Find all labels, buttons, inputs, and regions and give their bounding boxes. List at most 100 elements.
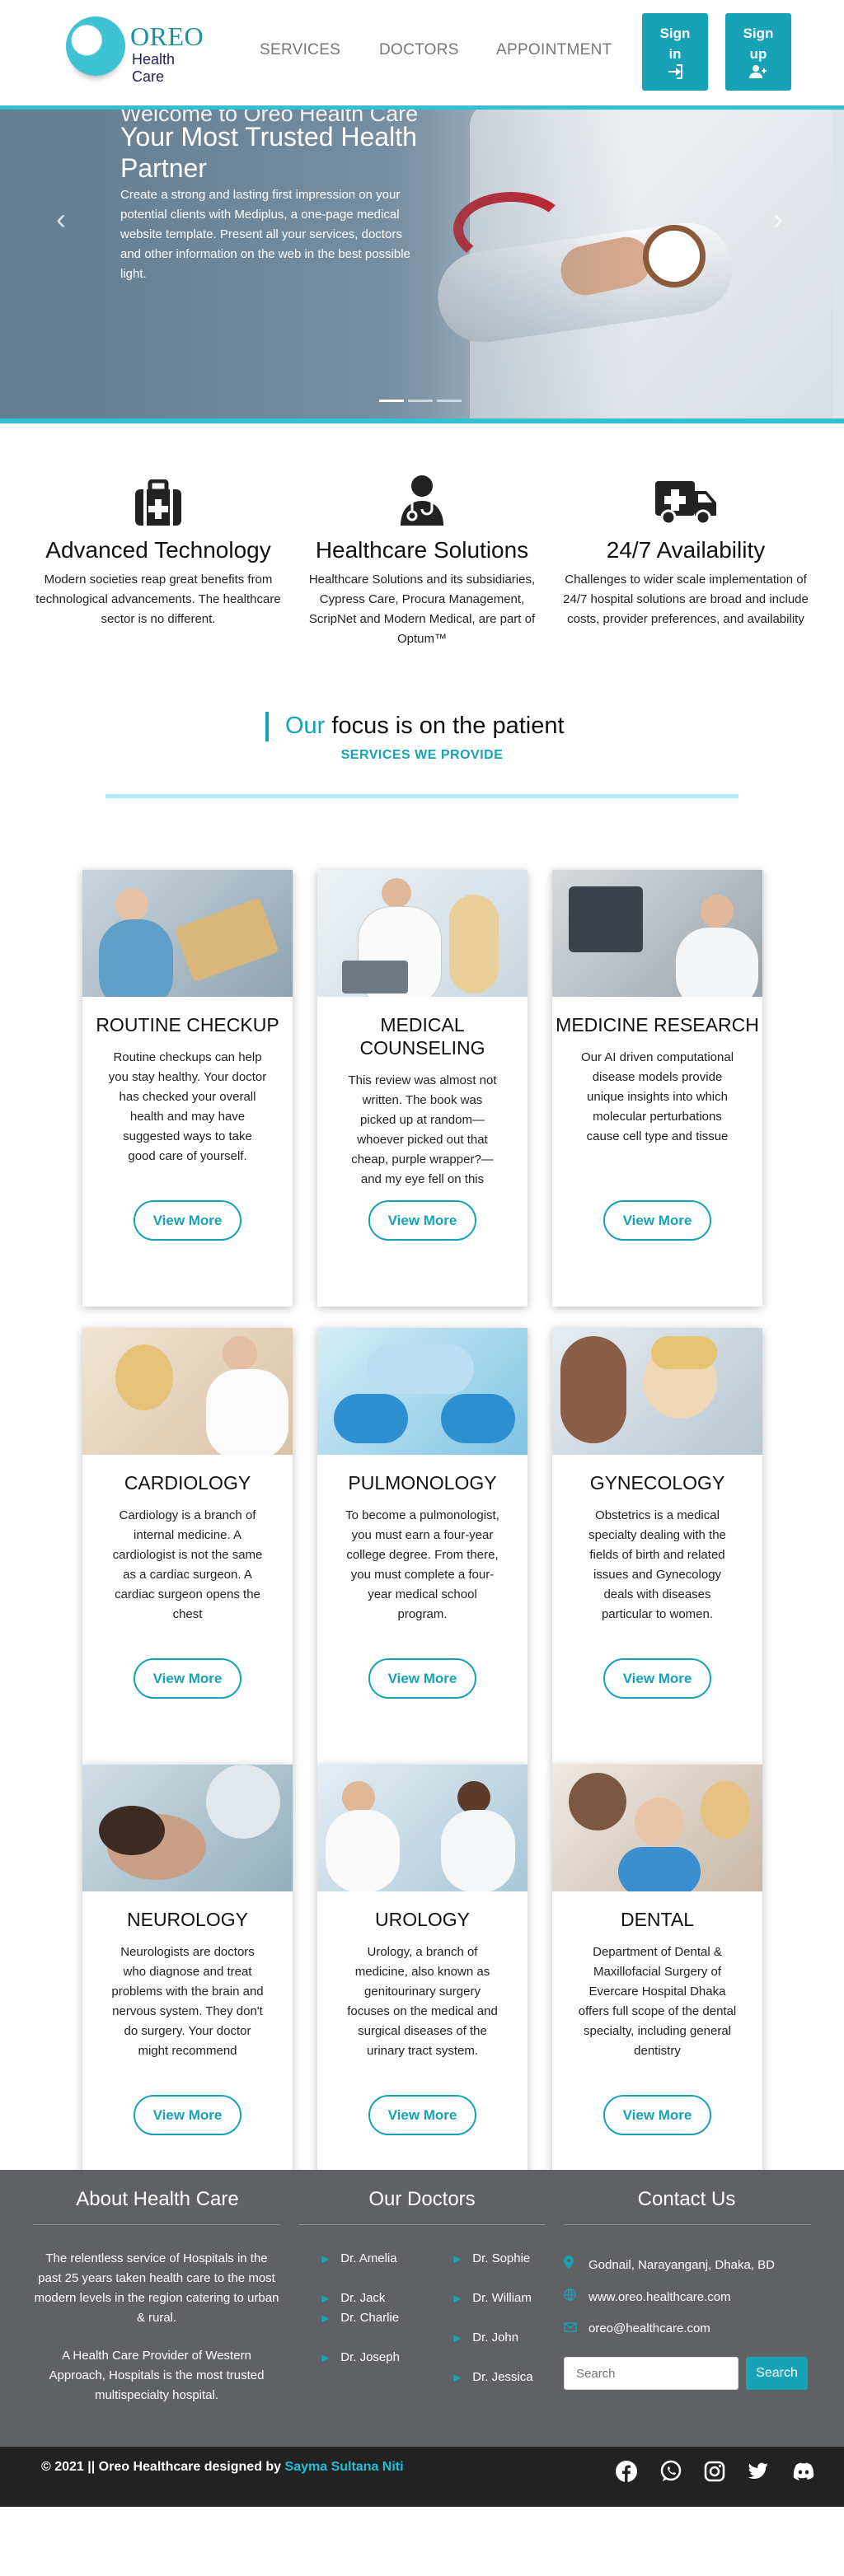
discord-icon[interactable] — [791, 2460, 814, 2483]
service-title: DENTAL — [620, 1909, 695, 1930]
feature-availability: 24/7 Availability Challenges to wider sc… — [562, 473, 809, 629]
view-more-button[interactable]: View More — [368, 2095, 476, 2135]
sign-in-icon — [642, 64, 708, 85]
footer-doctor-link[interactable]: ▶ Dr. Sophie — [453, 2249, 530, 2269]
section-title: Our focus is on the patient — [265, 712, 565, 741]
service-title: UROLOGY — [374, 1909, 471, 1930]
view-more-button[interactable]: View More — [368, 1658, 476, 1699]
service-title: ROUTINE CHECKUP — [96, 1014, 279, 1036]
footer-contact-title: Contact Us — [637, 2188, 736, 2210]
view-more-button[interactable]: View More — [603, 1658, 711, 1699]
service-text: Neurologists are doctors who diagnose an… — [111, 1945, 264, 2058]
feature-title: Advanced Technology — [45, 537, 271, 563]
footer-about-text: The relentless service of Hospitals in t… — [34, 2251, 279, 2325]
logo[interactable]: OREO Health Care — [66, 15, 206, 89]
logo-subtitle: Health Care — [132, 51, 176, 85]
view-more-button[interactable]: View More — [134, 1658, 241, 1699]
services-section: Our focus is on the patient SERVICES WE … — [0, 662, 844, 2201]
service-card-routine-checkup: ROUTINE CHECKUP Routine checkups can hel… — [82, 870, 293, 1307]
carousel-indicator[interactable] — [437, 400, 462, 402]
feature-text: Healthcare Solutions and its subsidiarie… — [308, 573, 536, 646]
footer-website[interactable]: www.oreo.healthcare.com — [564, 2288, 731, 2304]
hero-description: Create a strong and lasting first impres… — [120, 188, 410, 281]
service-image — [82, 870, 293, 997]
hero-title: Your Most Trusted Health Partner — [120, 122, 417, 183]
footer-search-input[interactable] — [564, 2357, 738, 2390]
medical-kit-icon — [35, 473, 282, 527]
service-card-neurology: NEUROLOGY Neurologists are doctors who d… — [82, 1765, 293, 2201]
view-more-button[interactable]: View More — [134, 2095, 241, 2135]
footer-doctor-link[interactable]: ▶ Dr. Amelia — [321, 2249, 397, 2269]
feature-text: Challenges to wider scale implementation… — [563, 573, 809, 626]
signin-label: Sign in — [659, 26, 691, 62]
footer-about-text-2: A Health Care Provider of Western Approa… — [49, 2349, 265, 2402]
service-text: To become a pulmonologist, you must earn… — [345, 1508, 499, 1621]
carousel-indicator[interactable] — [408, 400, 433, 402]
service-card-gynecology: GYNECOLOGY Obstetrics is a medical speci… — [552, 1328, 762, 1765]
view-more-button[interactable]: View More — [603, 2095, 711, 2135]
service-card-pulmonology: PULMONOLOGY To become a pulmonologist, y… — [317, 1328, 528, 1765]
instagram-icon[interactable] — [703, 2460, 726, 2483]
globe-icon — [564, 2288, 588, 2304]
caret-right-icon: ▶ — [453, 2372, 462, 2383]
feature-text: Modern societies reap great benefits fro… — [35, 573, 281, 626]
author-link[interactable]: Sayma Sultana Niti — [285, 2460, 404, 2474]
nav-link-doctors[interactable]: DOCTORS — [379, 41, 459, 59]
service-title: PULMONOLOGY — [348, 1472, 497, 1494]
footer-divider — [33, 2224, 280, 2225]
service-image — [317, 870, 528, 997]
nav-link-appointment[interactable]: APPOINTMENT — [496, 41, 612, 59]
service-image — [317, 1765, 528, 1891]
service-title: GYNECOLOGY — [589, 1472, 725, 1494]
view-more-button[interactable]: View More — [368, 1200, 476, 1241]
feature-title: 24/7 Availability — [606, 537, 766, 563]
footer-doctor-link[interactable]: ▶ Dr. Jessica — [453, 2368, 533, 2387]
service-title: MEDICINE RESEARCH — [556, 1014, 759, 1036]
service-card-medical-counseling: MEDICAL COUNSELING This review was almos… — [317, 870, 528, 1307]
service-card-dental: DENTAL Department of Dental & Maxillofac… — [552, 1765, 762, 2201]
logo-name: OREO — [130, 21, 204, 51]
envelope-icon — [564, 2321, 588, 2335]
footer-doctor-link[interactable]: ▶ Dr. John — [453, 2328, 518, 2348]
facebook-icon[interactable] — [615, 2460, 638, 2483]
caret-right-icon: ▶ — [321, 2293, 330, 2304]
features-section: Advanced Technology Modern societies rea… — [0, 423, 844, 662]
footer-search-button[interactable]: Search — [746, 2357, 808, 2390]
view-more-button[interactable]: View More — [603, 1200, 711, 1241]
service-image — [82, 1328, 293, 1455]
footer-email[interactable]: oreo@healthcare.com — [564, 2321, 710, 2335]
footer-doctor-link[interactable]: ▶ Dr. Joseph — [321, 2348, 400, 2368]
service-text: This review was almost not written. The … — [348, 1073, 497, 1186]
twitter-icon[interactable] — [747, 2460, 770, 2483]
service-text: Cardiology is a branch of internal medic… — [112, 1508, 263, 1621]
signup-button[interactable]: Sign up — [725, 13, 791, 91]
feature-healthcare-solutions: Healthcare Solutions Healthcare Solution… — [298, 473, 546, 649]
footer-doctor-link[interactable]: ▶ Dr. Jack — [321, 2288, 385, 2308]
whatsapp-icon[interactable] — [659, 2460, 682, 2483]
footer-divider — [298, 2224, 546, 2225]
carousel-prev-icon[interactable]: ‹ — [56, 202, 66, 236]
caret-right-icon: ▶ — [453, 2293, 462, 2304]
nav-link-services[interactable]: SERVICES — [260, 41, 340, 59]
bottom-bar: © 2021 || Oreo Healthcare designed by Sa… — [0, 2447, 844, 2507]
footer-doctor-link[interactable]: ▶ Dr. Charlie — [321, 2308, 399, 2328]
footer-doctor-link[interactable]: ▶ Dr. William — [453, 2288, 532, 2308]
carousel-indicator[interactable] — [379, 400, 404, 402]
caret-right-icon: ▶ — [321, 2312, 330, 2324]
carousel-next-icon[interactable]: › — [773, 202, 783, 236]
ambulance-icon — [562, 473, 809, 527]
footer-divider — [564, 2224, 811, 2225]
logo-mark — [66, 16, 125, 76]
service-image — [552, 1328, 762, 1455]
footer-address: Godnail, Narayanganj, Dhaka, BD — [564, 2256, 775, 2272]
footer: About Health Care The relentless service… — [0, 2170, 844, 2447]
service-card-cardiology: CARDIOLOGY Cardiology is a branch of int… — [82, 1328, 293, 1765]
user-plus-icon — [725, 64, 791, 85]
signin-button[interactable]: Sign in — [642, 13, 708, 91]
service-text: Urology, a branch of medicine, also know… — [347, 1945, 498, 2058]
view-more-button[interactable]: View More — [134, 1200, 241, 1241]
feature-title: Healthcare Solutions — [315, 537, 529, 563]
service-image — [82, 1765, 293, 1891]
signup-label: Sign up — [743, 26, 774, 62]
service-text: Department of Dental & Maxillofacial Sur… — [578, 1945, 737, 2058]
